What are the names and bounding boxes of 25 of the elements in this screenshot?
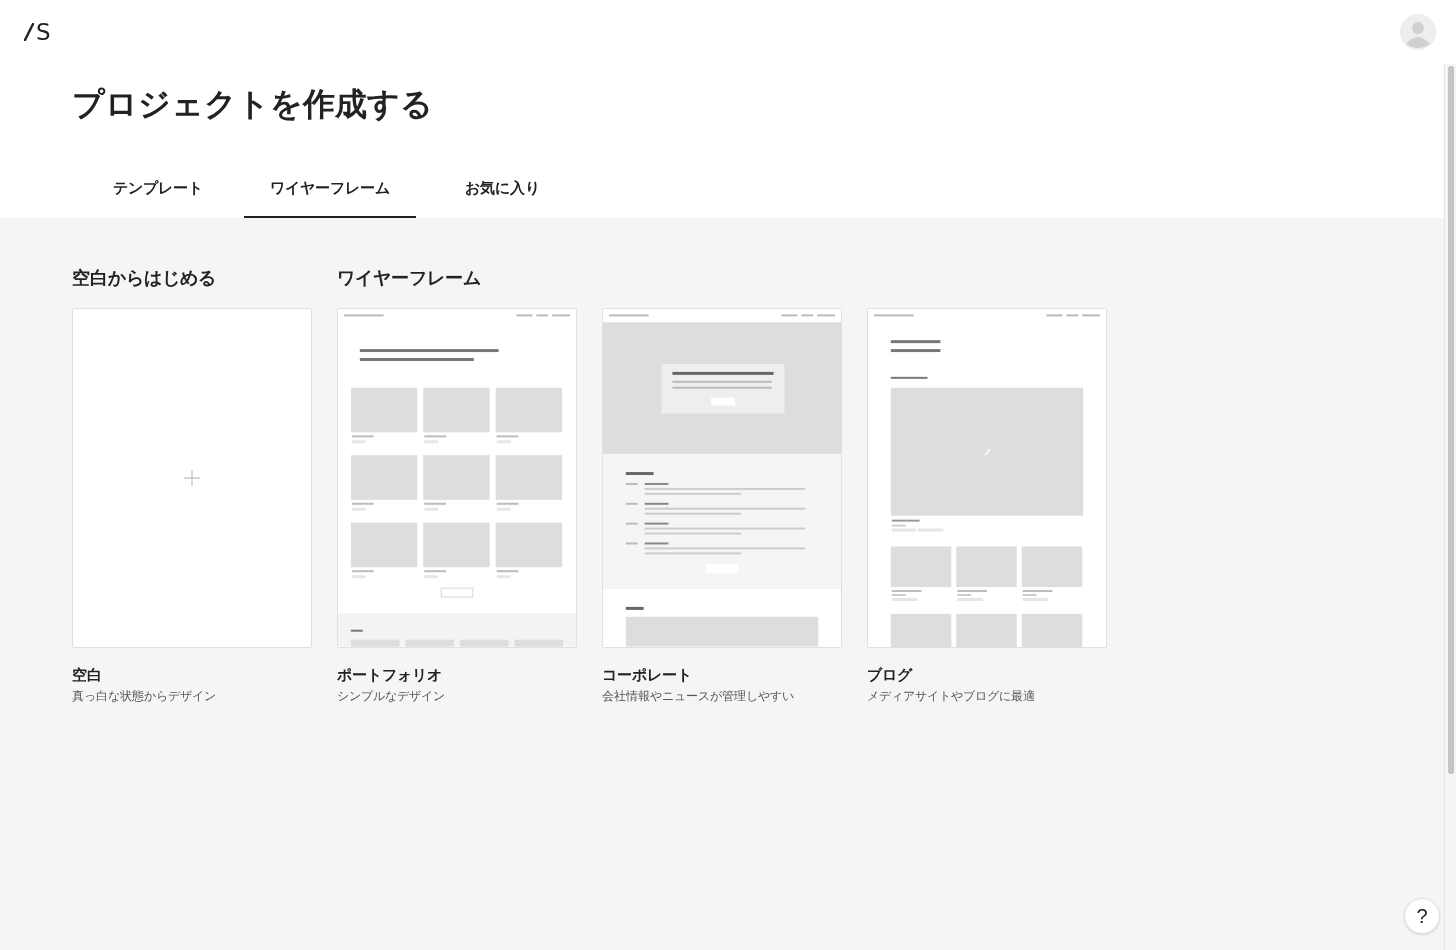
scrollbar-thumb[interactable] <box>1447 66 1454 774</box>
card-title: ブログ <box>867 665 914 685</box>
tab[interactable]: お気に入り <box>416 174 588 218</box>
tab[interactable]: ワイヤーフレーム <box>244 174 416 218</box>
avatar-icon[interactable] <box>1400 14 1436 50</box>
slash-icon <box>24 23 34 41</box>
wireframe-thumbnail-drawing[interactable] <box>337 308 577 648</box>
wireframe-thumbnail-drawing[interactable] <box>867 308 1107 648</box>
plus-icon <box>184 470 200 486</box>
card-description: 会社情報やニュースが管理しやすい <box>602 688 795 705</box>
card-title: コーポレート <box>602 665 693 685</box>
scrollbar-track[interactable] <box>1444 64 1456 950</box>
help-button[interactable]: ? <box>1404 898 1440 934</box>
card-title: ポートフォリオ <box>337 665 443 685</box>
wireframe-thumbnail-drawing[interactable] <box>602 308 842 648</box>
section-heading: 空白からはじめる <box>72 267 217 290</box>
card-title: 空白 <box>72 665 103 685</box>
page-title: プロジェクトを作成する <box>72 85 434 124</box>
blank-card[interactable] <box>72 308 312 648</box>
tab[interactable]: テンプレート <box>72 174 244 218</box>
card-description: メディアサイトやブログに最適 <box>867 688 1036 705</box>
card-description: 真っ白な状態からデザイン <box>72 688 217 705</box>
logo[interactable]: S <box>36 20 51 44</box>
section-heading: ワイヤーフレーム <box>337 267 482 290</box>
card-description: シンプルなデザイン <box>337 688 446 705</box>
